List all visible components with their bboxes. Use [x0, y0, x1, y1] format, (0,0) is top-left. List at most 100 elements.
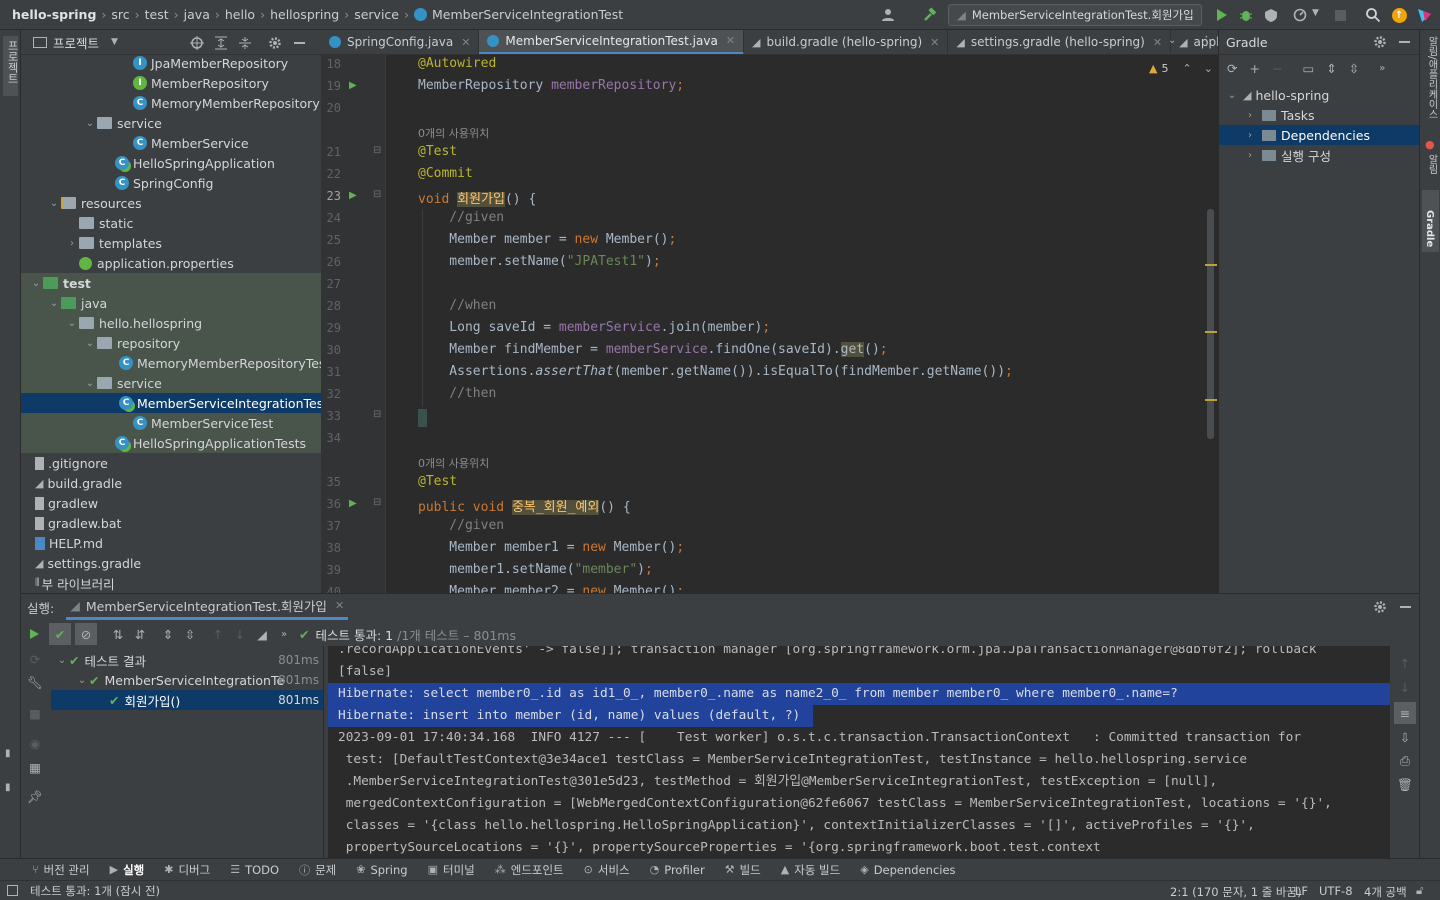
project-tree-item[interactable]: ⌄ java	[21, 293, 321, 313]
project-tree-item[interactable]: C MemberServiceIntegrationTest	[21, 393, 321, 413]
locate-icon[interactable]	[189, 35, 205, 51]
more-vertical-icon[interactable]: ⋮	[1200, 34, 1213, 49]
test-tree-item[interactable]: ✔ 회원가입() 801ms	[51, 690, 323, 710]
close-icon[interactable]: ✕	[335, 599, 344, 612]
updates-icon[interactable]: ↑	[1387, 4, 1411, 26]
previous-failed-icon[interactable]: ↑	[207, 623, 229, 645]
expand-all-icon[interactable]: ⇕	[1326, 61, 1336, 76]
tool-window-button[interactable]: ▶ 실행	[110, 862, 145, 878]
chevron-down-icon[interactable]: ⌄	[83, 338, 97, 349]
breadcrumb-item[interactable]: › hello	[210, 7, 255, 22]
chevron-down-icon[interactable]: ▼	[111, 37, 118, 47]
tool-window-button[interactable]: ◔ Profiler	[650, 863, 705, 877]
chevron-down-icon[interactable]: ⌄	[47, 298, 61, 309]
line-separator[interactable]: LF	[1295, 884, 1308, 898]
soft-wrap-icon[interactable]: ≡	[1394, 702, 1416, 724]
project-tree-item[interactable]: ⫴ 부 라이브러리	[21, 573, 321, 593]
project-tree-item[interactable]: HELP.md	[21, 533, 321, 553]
chevron-right-icon[interactable]: ›	[65, 238, 79, 249]
next-failed-icon[interactable]: ↓	[229, 623, 251, 645]
breadcrumb-item[interactable]: › service	[339, 7, 399, 22]
scroll-down-icon[interactable]: ↓	[1394, 676, 1416, 698]
view-breakpoints-icon[interactable]: ◉	[24, 732, 46, 754]
breadcrumb-item[interactable]: hello-spring	[12, 7, 96, 22]
project-tree-item[interactable]: ⌄ resources	[21, 193, 321, 213]
minimize-icon[interactable]	[291, 35, 307, 51]
project-tree-item[interactable]: › templates	[21, 233, 321, 253]
scroll-up-icon[interactable]: ↑	[1394, 652, 1416, 674]
sort-alpha-icon[interactable]: ⇅	[107, 623, 129, 645]
gear-icon[interactable]	[1373, 35, 1387, 49]
project-tree-item[interactable]: gradlew.bat	[21, 513, 321, 533]
project-tree-item[interactable]: C MemberServiceTest	[21, 413, 321, 433]
project-tree-item[interactable]: gradlew	[21, 493, 321, 513]
gradle-tree-item[interactable]: › 실행 구성	[1219, 145, 1419, 165]
bookmarks-icon[interactable]: ▮	[5, 748, 11, 759]
breadcrumb-item[interactable]: › java	[169, 7, 210, 22]
coverage-icon[interactable]	[1259, 4, 1283, 26]
breadcrumb-item[interactable]: › MemberServiceIntegrationTest	[399, 7, 623, 22]
chevron-down-icon[interactable]: ⌄	[65, 318, 79, 329]
gradle-tool-button[interactable]: Gradle	[1422, 190, 1439, 252]
caret-position[interactable]: 2:1 (170 문자, 1 줄 바꿈)	[1170, 884, 1302, 900]
lock-icon[interactable]: 🔓︎	[1416, 883, 1423, 898]
project-tree-item[interactable]: ◢ build.gradle	[21, 473, 321, 493]
account-menu[interactable]	[876, 4, 900, 26]
editor-tab[interactable]: MemberServiceIntegrationTest.java ✕	[479, 30, 745, 54]
run-icon[interactable]	[1209, 4, 1233, 26]
project-tree-item[interactable]: I MemberRepository	[21, 73, 321, 93]
more-icon[interactable]: »	[273, 623, 295, 645]
chevron-down-icon[interactable]: ⌄	[29, 278, 43, 289]
project-tree-item[interactable]: ⌄ repository	[21, 333, 321, 353]
project-tree-item[interactable]: ◢ settings.gradle	[21, 553, 321, 573]
project-tree-item[interactable]: ⌄ hello.hellospring	[21, 313, 321, 333]
breadcrumb-item[interactable]: › test	[130, 7, 169, 22]
expand-all-icon[interactable]	[213, 35, 229, 51]
notifications-tool-label[interactable]: 알림/애플리케이스	[1424, 36, 1439, 119]
chevron-down-icon[interactable]: ⌄	[83, 378, 97, 389]
profiler-icon[interactable]	[1288, 4, 1312, 26]
tool-window-button[interactable]: ▲ 자동 빌드	[781, 862, 840, 878]
notifications-label[interactable]: 알림	[1424, 154, 1439, 174]
stop-icon[interactable]: ■	[24, 702, 46, 724]
project-tree-item[interactable]: C MemoryMemberRepository	[21, 93, 321, 113]
project-tree-item[interactable]: C HelloSpringApplicationTests	[21, 433, 321, 453]
layout-icon[interactable]: ▦	[24, 756, 46, 778]
collapse-all-icon[interactable]	[237, 35, 253, 51]
project-tree-item[interactable]: .gitignore	[21, 453, 321, 473]
reload-icon[interactable]: ⟳	[1227, 61, 1237, 76]
fold-icon[interactable]: ⊟	[373, 189, 381, 200]
project-panel-title[interactable]: 프로젝트	[53, 33, 99, 52]
rerun-failed-icon[interactable]: ⟳	[24, 648, 46, 670]
expand-all-icon[interactable]: ⇕	[157, 623, 179, 645]
status-message[interactable]: 테스트 통과: 1개 (잠시 전)	[30, 883, 160, 899]
run-configuration-select[interactable]: ◢ MemberServiceIntegrationTest.회원가입 ▼	[948, 4, 1202, 26]
search-icon[interactable]	[1361, 4, 1385, 26]
project-tree-item[interactable]: application.properties	[21, 253, 321, 273]
minimize-icon[interactable]	[1400, 606, 1411, 608]
indent-setting[interactable]: 4개 공백	[1364, 884, 1407, 900]
code-editor[interactable]: 18 19 20 21 22 23 24 25 26 27 28 29 30 31 32 33 34 35 36 37…	[321, 55, 1218, 593]
rerun-icon[interactable]	[23, 623, 45, 645]
breadcrumb-item[interactable]: › src	[96, 7, 129, 22]
chevron-down-icon[interactable]: ⌄	[83, 118, 97, 129]
chevron-down-icon[interactable]: ⌄	[47, 198, 61, 209]
warning-marker[interactable]	[1205, 331, 1217, 333]
print-icon[interactable]: ⎙	[1394, 750, 1416, 772]
editor-tab[interactable]: ◢ settings.gradle (hello-spring) ✕	[948, 30, 1172, 54]
run-gutter-icon[interactable]: ▶	[349, 80, 357, 91]
test-tree-item[interactable]: ⌄ ✔ MemberServiceIntegrationTe 801ms	[51, 670, 323, 690]
remove-icon[interactable]: −	[1272, 61, 1282, 76]
project-tree-item[interactable]: ⌄ service	[21, 113, 321, 133]
structure-icon[interactable]: ▮	[5, 782, 11, 793]
debug-icon[interactable]	[1234, 4, 1258, 26]
add-icon[interactable]: +	[1249, 61, 1259, 76]
run-gutter-icon[interactable]: ▶	[349, 190, 357, 201]
jetbrains-logo-icon[interactable]	[1412, 4, 1436, 26]
test-tree-item[interactable]: ⌄ ✔ 테스트 결과 801ms	[51, 650, 323, 670]
breadcrumb-item[interactable]: › hellospring	[255, 7, 339, 22]
build-hammer-icon[interactable]	[918, 4, 942, 26]
toggle-offline-icon[interactable]: ▭	[1302, 61, 1314, 76]
file-encoding[interactable]: UTF-8	[1319, 884, 1353, 898]
editor-scrollbar[interactable]	[1207, 209, 1214, 439]
